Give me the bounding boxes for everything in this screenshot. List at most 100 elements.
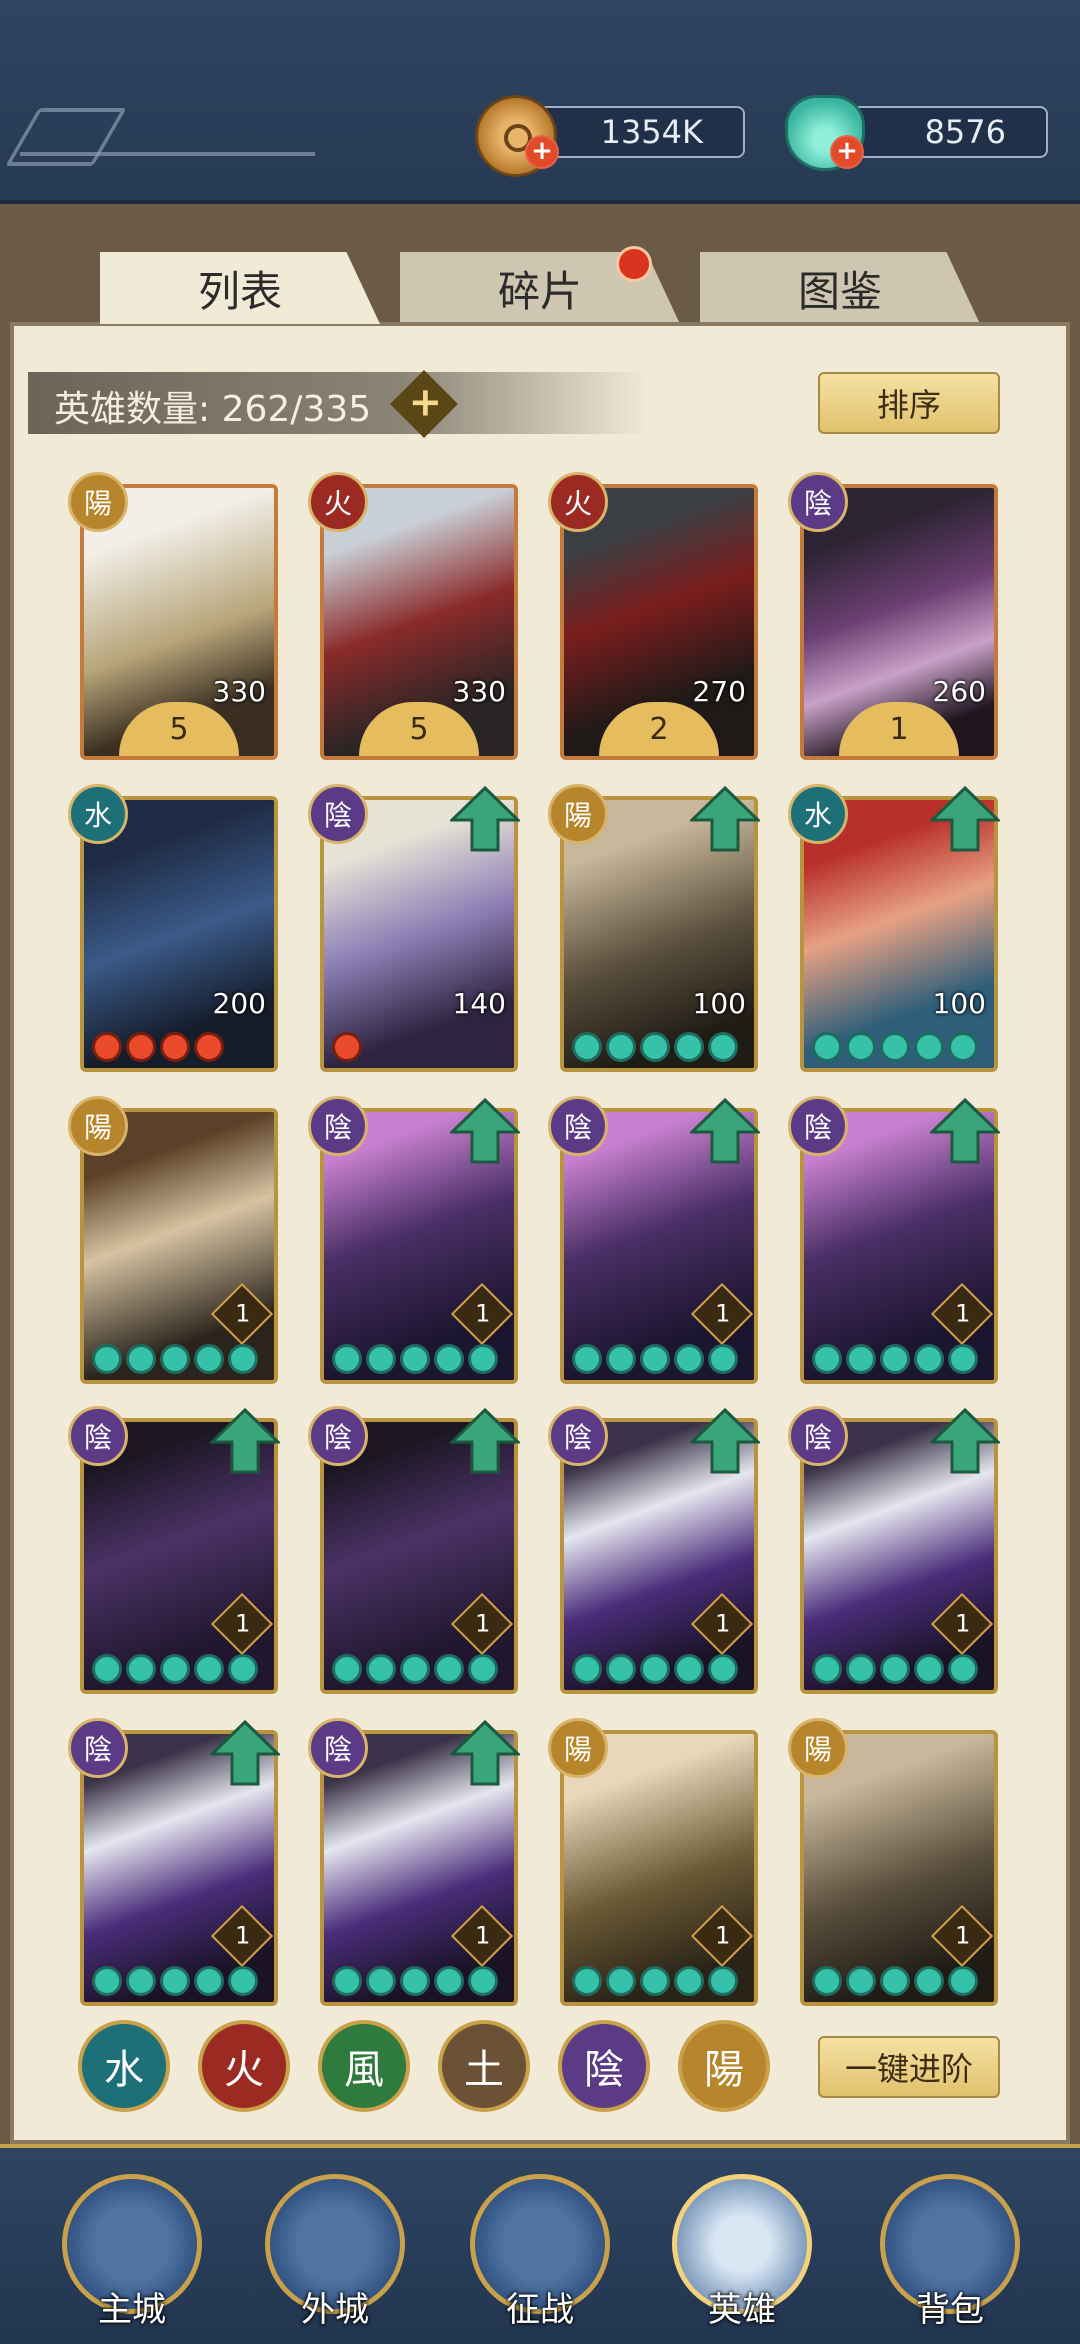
rank-pips <box>92 1032 224 1062</box>
rank-pip-icon <box>400 1654 430 1684</box>
rank-pip-icon <box>468 1344 498 1374</box>
hero-count-label: 英雄数量: 262/335 <box>54 389 372 430</box>
element-badge-icon: 水 <box>788 784 848 844</box>
coin-counter: 1354K <box>530 106 745 158</box>
tab-codex[interactable]: 图鉴 <box>700 252 980 324</box>
rank-pips <box>92 1344 258 1374</box>
rank-pip-icon <box>914 1032 944 1062</box>
hero-level: 1 <box>235 1921 251 1950</box>
rank-pip-icon <box>948 1654 978 1684</box>
rank-pip-icon <box>228 1654 258 1684</box>
nav-outer-city[interactable]: 外城 <box>265 2174 405 2330</box>
rank-pip-icon <box>812 1966 842 1996</box>
element-badge-icon: 陰 <box>308 1406 368 1466</box>
add-coin-button[interactable]: + <box>525 135 559 169</box>
element-badge-icon: 陰 <box>548 1406 608 1466</box>
nav-heroes[interactable]: 英雄 <box>672 2174 812 2330</box>
hero-level: 330 <box>212 675 266 708</box>
rank-pip-icon <box>606 1966 636 1996</box>
element-badge-icon: 陽 <box>68 472 128 532</box>
nav-label: 英雄 <box>708 2290 776 2330</box>
element-filter-button[interactable]: 火 <box>198 2020 290 2112</box>
rank-pip-icon <box>812 1032 842 1062</box>
upgrade-available-icon <box>208 1719 282 1786</box>
element-filter-button[interactable]: 土 <box>438 2020 530 2112</box>
rank-pip-icon <box>640 1032 670 1062</box>
rank-pip-icon <box>126 1966 156 1996</box>
add-gem-button[interactable]: + <box>830 135 864 169</box>
rank-pip-icon <box>332 1966 362 1996</box>
hero-level: 1 <box>235 1299 251 1328</box>
rank-pip-icon <box>846 1344 876 1374</box>
rank-pip-icon <box>366 1654 396 1684</box>
hero-level: 1 <box>715 1921 731 1950</box>
element-badge-icon: 陰 <box>548 1096 608 1156</box>
upgrade-available-icon <box>448 1097 522 1164</box>
upgrade-available-icon <box>688 785 762 852</box>
element-filter-button[interactable]: 陰 <box>558 2020 650 2112</box>
rank-pips <box>812 1654 978 1684</box>
element-badge-icon: 陰 <box>68 1718 128 1778</box>
element-filter-button[interactable]: 水 <box>78 2020 170 2112</box>
element-badge-icon: 火 <box>548 472 608 532</box>
hero-level: 1 <box>715 1299 731 1328</box>
element-badge-icon: 陽 <box>68 1096 128 1156</box>
sort-button[interactable]: 排序 <box>818 372 1000 434</box>
advance-all-button[interactable]: 一键进阶 <box>818 2036 1000 2098</box>
rank-pip-icon <box>332 1344 362 1374</box>
hero-level: 1 <box>235 1609 251 1638</box>
rank-pips <box>332 1966 498 1996</box>
rank-pip-icon <box>708 1654 738 1684</box>
element-badge-icon: 陰 <box>788 472 848 532</box>
upgrade-available-icon <box>448 1407 522 1474</box>
rank-pip-icon <box>948 1344 978 1374</box>
rank-pip-icon <box>92 1344 122 1374</box>
gem-amount: 8576 <box>924 113 1006 151</box>
rank-pip-icon <box>880 1344 910 1374</box>
rank-pip-icon <box>640 1344 670 1374</box>
rank-pips <box>572 1966 738 1996</box>
element-filter-button[interactable]: 風 <box>318 2020 410 2112</box>
rank-pip-icon <box>194 1654 224 1684</box>
rank-pip-icon <box>92 1966 122 1996</box>
element-badge-icon: 陰 <box>308 784 368 844</box>
rank-pip-icon <box>194 1344 224 1374</box>
rank-pip-icon <box>948 1032 978 1062</box>
rank-pip-icon <box>674 1344 704 1374</box>
rank-pips <box>812 1032 978 1062</box>
rank-pip-icon <box>468 1966 498 1996</box>
nav-campaign[interactable]: 征战 <box>470 2174 610 2330</box>
hero-level: 100 <box>692 987 746 1020</box>
rank-pip-icon <box>434 1654 464 1684</box>
element-badge-icon: 陽 <box>548 1718 608 1778</box>
nav-label: 征战 <box>506 2290 574 2330</box>
nav-label: 背包 <box>916 2290 984 2330</box>
hero-level: 1 <box>475 1921 491 1950</box>
upgrade-available-icon <box>928 785 1002 852</box>
rank-pip-icon <box>160 1966 190 1996</box>
rank-pips <box>92 1654 258 1684</box>
rank-pip-icon <box>572 1966 602 1996</box>
rank-pip-icon <box>468 1654 498 1684</box>
hero-level: 140 <box>452 987 506 1020</box>
plus-icon: + <box>408 379 443 426</box>
nav-backpack[interactable]: 背包 <box>880 2174 1020 2330</box>
rank-pip-icon <box>846 1966 876 1996</box>
tab-list[interactable]: 列表 <box>100 252 380 324</box>
rank-pip-icon <box>846 1654 876 1684</box>
rank-pip-icon <box>572 1654 602 1684</box>
nav-main-city[interactable]: 主城 <box>62 2174 202 2330</box>
tab-label: 碎片 <box>497 266 582 316</box>
rank-pips <box>332 1344 498 1374</box>
rank-pip-icon <box>914 1966 944 1996</box>
element-badge-icon: 陰 <box>788 1406 848 1466</box>
rank-pips <box>92 1966 258 1996</box>
rank-pip-icon <box>640 1654 670 1684</box>
rank-pip-icon <box>126 1032 156 1062</box>
rank-pip-icon <box>228 1344 258 1374</box>
element-filter-button[interactable]: 陽 <box>678 2020 770 2112</box>
upgrade-available-icon <box>688 1097 762 1164</box>
rank-pips <box>332 1654 498 1684</box>
hero-level: 200 <box>212 987 266 1020</box>
upgrade-available-icon <box>928 1407 1002 1474</box>
